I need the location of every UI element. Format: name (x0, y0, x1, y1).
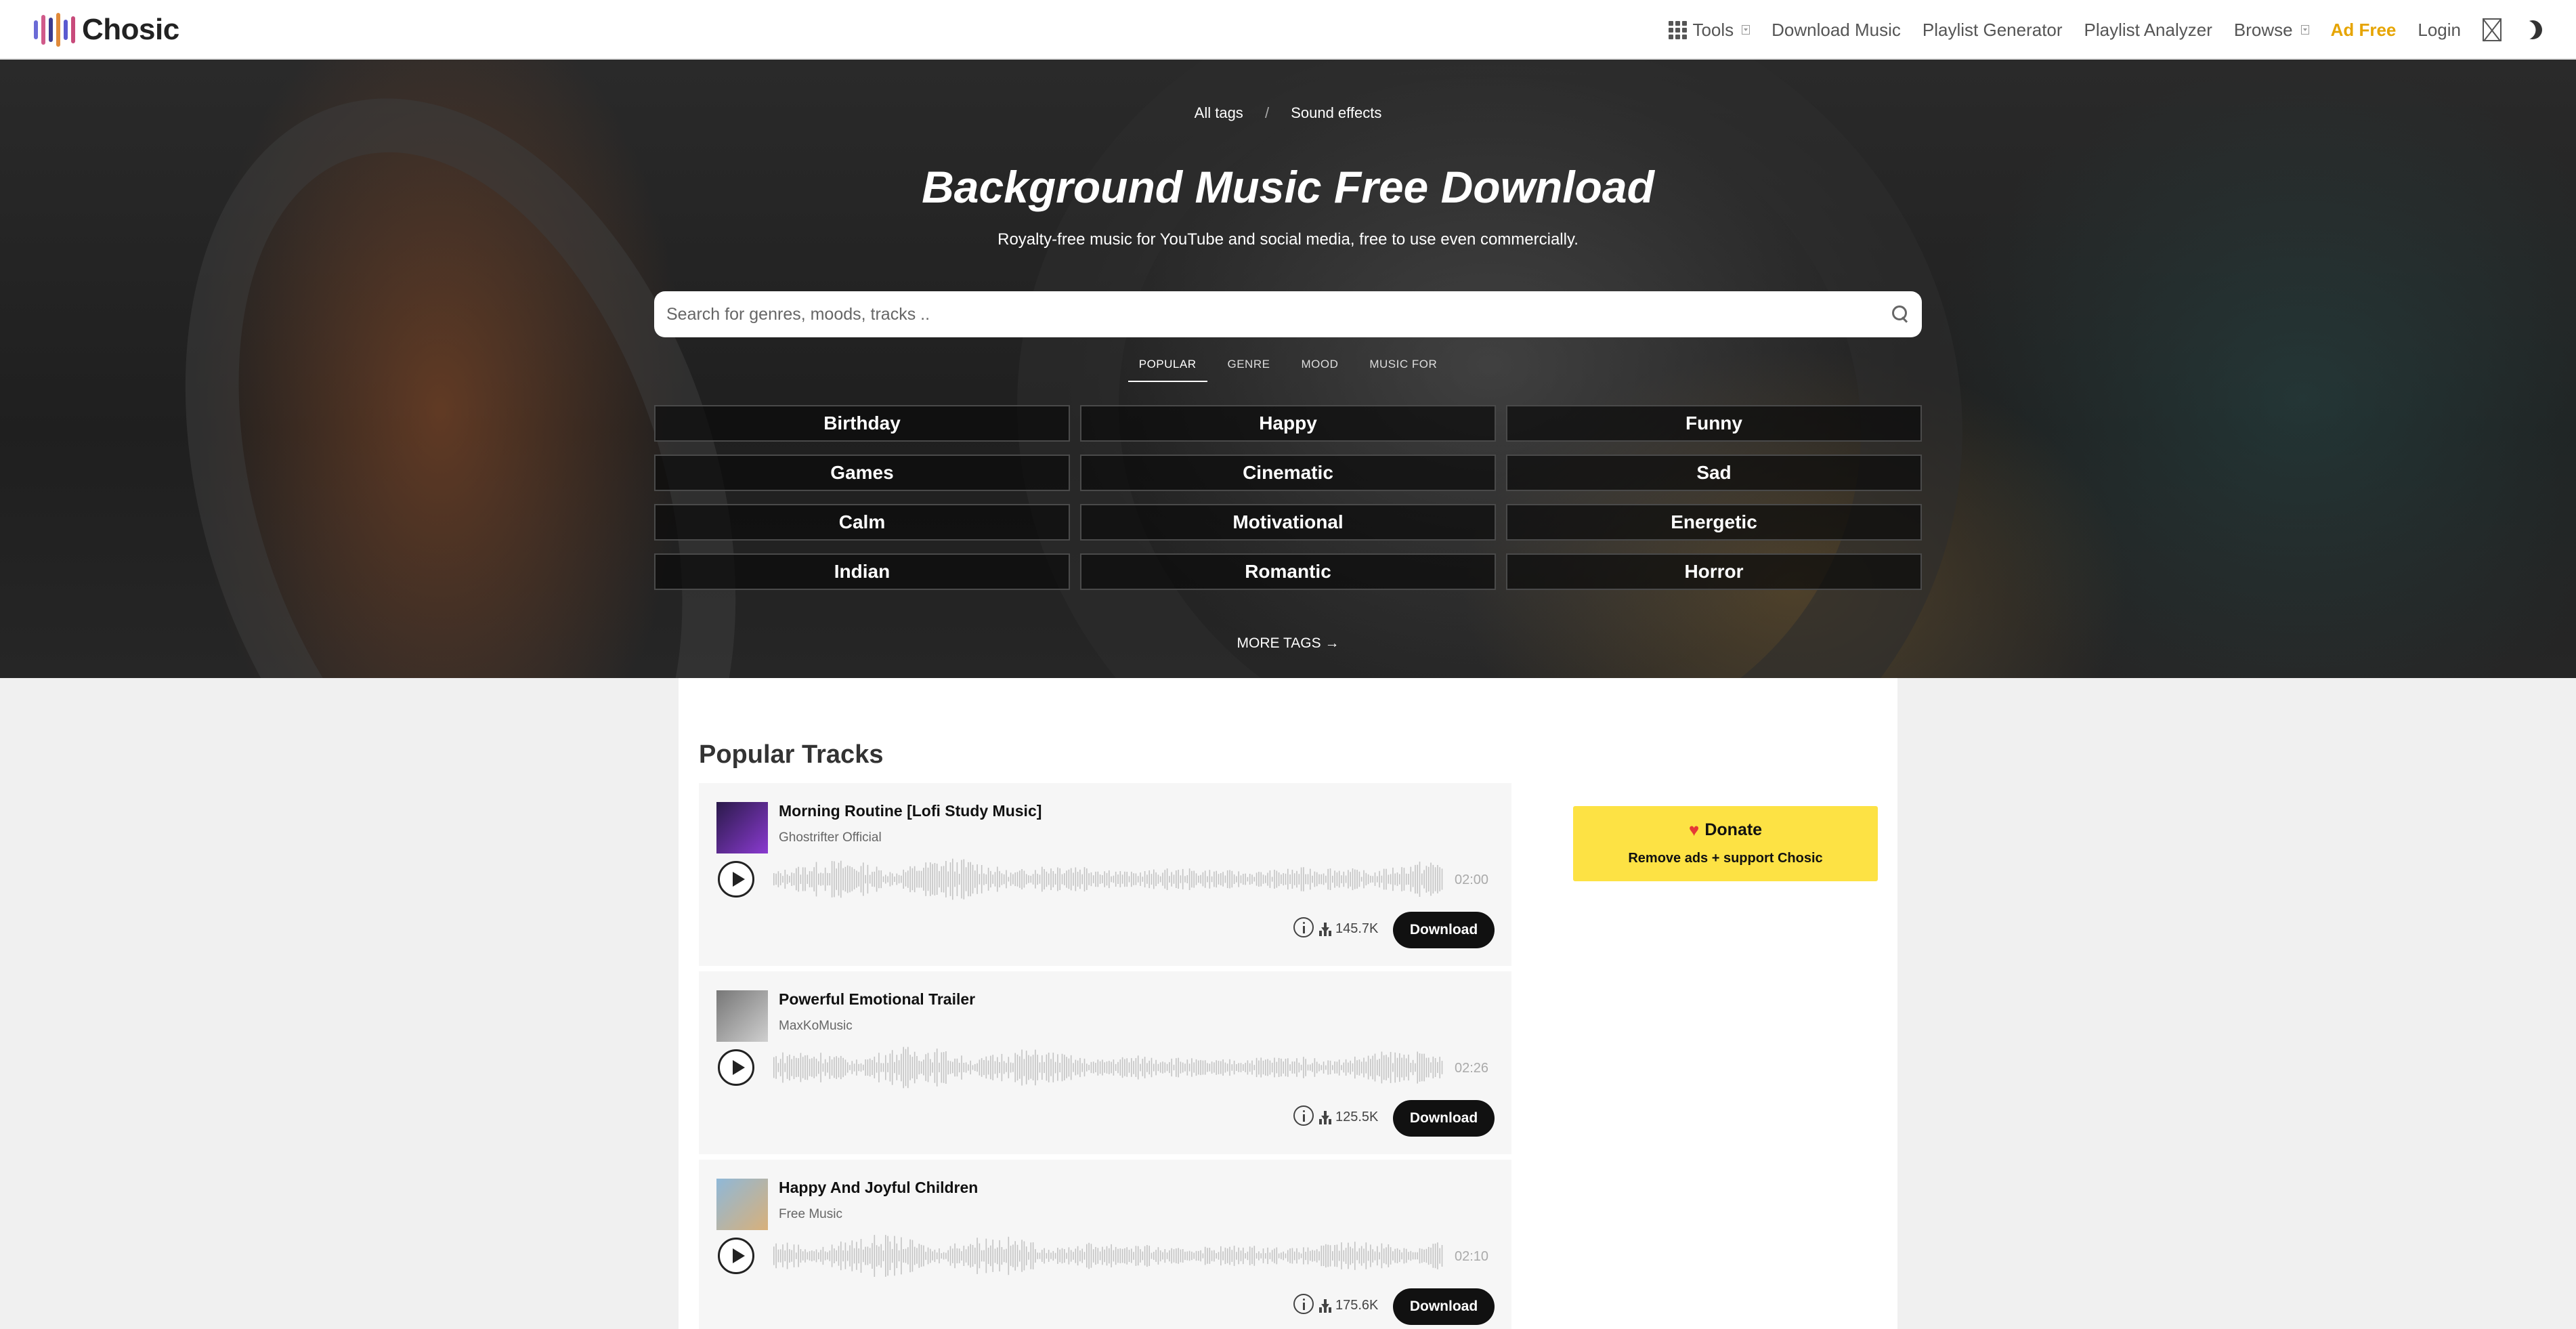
track-title[interactable]: Powerful Emotional Trailer (779, 990, 975, 1009)
tag-button[interactable]: Birthday (654, 405, 1070, 442)
download-count: 145.7K (1319, 921, 1378, 937)
waveform[interactable] (773, 1043, 1444, 1092)
main-nav: Tools Download Music Playlist Generator … (1669, 0, 2542, 60)
track-artist[interactable]: Ghostrifter Official (779, 830, 882, 845)
download-count: 175.6K (1319, 1298, 1378, 1313)
download-button[interactable]: Download (1393, 1288, 1495, 1325)
track-list: Morning Routine [Lofi Study Music] Ghost… (699, 783, 1511, 1329)
track-thumbnail[interactable] (716, 1179, 768, 1230)
tag-button[interactable]: Motivational (1080, 504, 1496, 541)
track-artist[interactable]: MaxKoMusic (779, 1019, 853, 1034)
tag-button[interactable]: Games (654, 455, 1070, 491)
dropdown-caret-icon (1742, 25, 1751, 35)
grid-icon (1669, 20, 1688, 39)
search-icon[interactable] (1892, 305, 1910, 323)
nav-ad-free[interactable]: Ad Free (2331, 20, 2397, 41)
download-button[interactable]: Download (1393, 1100, 1495, 1137)
breadcrumb-sound-effects[interactable]: Sound effects (1291, 104, 1381, 121)
tag-button[interactable]: Energetic (1506, 504, 1922, 541)
track-card: Happy And Joyful Children Free Music 02:… (699, 1160, 1511, 1329)
hero-section: All tags / Sound effects Background Musi… (0, 60, 2576, 678)
logo-text: Chosic (82, 13, 179, 46)
close-box-icon[interactable] (2483, 18, 2502, 41)
nav-playlist-analyzer[interactable]: Playlist Analyzer (2084, 20, 2212, 41)
tag-button[interactable]: Indian (654, 553, 1070, 590)
logo-bar (41, 15, 45, 45)
download-icon (1319, 922, 1331, 936)
download-count-value: 125.5K (1335, 1110, 1379, 1124)
track-card: Powerful Emotional Trailer MaxKoMusic 02… (699, 971, 1511, 1154)
logo-bar (49, 18, 53, 42)
breadcrumb: All tags / Sound effects (0, 104, 2576, 122)
tab-mood[interactable]: MOOD (1290, 351, 1349, 382)
tag-button[interactable]: Sad (1506, 455, 1922, 491)
heart-icon: ♥ (1688, 820, 1700, 840)
info-icon[interactable] (1293, 1105, 1314, 1126)
nav-browse[interactable]: Browse (2234, 20, 2309, 41)
breadcrumb-all-tags[interactable]: All tags (1195, 104, 1243, 121)
site-logo[interactable]: Chosic (34, 12, 179, 47)
nav-login[interactable]: Login (2418, 20, 2461, 41)
info-icon[interactable] (1293, 1294, 1314, 1314)
play-button[interactable] (718, 861, 754, 898)
track-card: Morning Routine [Lofi Study Music] Ghost… (699, 783, 1511, 966)
donate-label: Donate (1704, 820, 1763, 839)
nav-playlist-generator[interactable]: Playlist Generator (1923, 20, 2063, 41)
logo-bar (64, 20, 68, 40)
nav-browse-label: Browse (2233, 19, 2293, 40)
nav-tools[interactable]: Tools (1669, 19, 1751, 41)
tag-button[interactable]: Calm (654, 504, 1070, 541)
nav-download-music[interactable]: Download Music (1772, 20, 1901, 41)
track-thumbnail[interactable] (716, 990, 768, 1042)
tag-button[interactable]: Horror (1506, 553, 1922, 590)
download-icon (1319, 1299, 1331, 1313)
info-icon[interactable] (1293, 917, 1314, 937)
download-count-value: 145.7K (1335, 921, 1379, 936)
section-title: Popular Tracks (699, 740, 884, 769)
tag-tabs: POPULAR GENRE MOOD MUSIC FOR (0, 351, 2576, 382)
logo-bar (34, 20, 38, 39)
donate-sublabel: Remove ads + support Chosic (1628, 851, 1823, 866)
tag-button[interactable]: Romantic (1080, 553, 1496, 590)
page-title: Background Music Free Download (922, 162, 1654, 212)
logo-bar (71, 16, 75, 43)
tag-button[interactable]: Funny (1506, 405, 1922, 442)
waveform[interactable] (773, 1231, 1444, 1280)
logo-icon (34, 12, 75, 47)
track-thumbnail[interactable] (716, 802, 768, 853)
donate-button[interactable]: ♥ Donate Remove ads + support Chosic (1573, 806, 1878, 881)
page-subtitle: Royalty-free music for YouTube and socia… (997, 230, 1579, 249)
download-button[interactable]: Download (1393, 912, 1495, 948)
tab-popular[interactable]: POPULAR (1128, 351, 1207, 382)
track-duration: 02:10 (1455, 1249, 1489, 1264)
play-button[interactable] (718, 1049, 754, 1086)
breadcrumb-separator: / (1264, 104, 1270, 121)
tag-button[interactable]: Happy (1080, 405, 1496, 442)
track-duration: 02:00 (1455, 872, 1489, 887)
search-input[interactable] (666, 304, 1892, 324)
download-count: 125.5K (1319, 1110, 1378, 1125)
main-content: Popular Tracks Morning Routine [Lofi Stu… (679, 678, 1897, 1329)
track-title[interactable]: Morning Routine [Lofi Study Music] (779, 802, 1042, 820)
tag-button[interactable]: Cinematic (1080, 455, 1496, 491)
download-icon (1319, 1110, 1331, 1124)
dark-mode-toggle-icon[interactable] (2520, 18, 2545, 42)
play-button[interactable] (718, 1238, 754, 1274)
dropdown-caret-icon (2300, 25, 2309, 35)
track-duration: 02:26 (1455, 1061, 1489, 1076)
tag-grid: Birthday Happy Funny Games Cinematic Sad… (654, 405, 1922, 590)
track-title[interactable]: Happy And Joyful Children (779, 1179, 978, 1197)
download-count-value: 175.6K (1335, 1298, 1379, 1313)
nav-tools-label: Tools (1692, 19, 1734, 40)
logo-bar (56, 13, 60, 47)
tab-genre[interactable]: GENRE (1217, 351, 1281, 382)
tab-music-for[interactable]: MUSIC FOR (1358, 351, 1448, 382)
track-artist[interactable]: Free Music (779, 1207, 842, 1222)
donate-label-row: ♥ Donate (1573, 820, 1878, 841)
waveform[interactable] (773, 855, 1444, 904)
search-bar (654, 291, 1922, 337)
top-navbar: Chosic Tools Download Music Playlist Gen… (0, 0, 2576, 60)
more-tags-link[interactable]: MORE TAGS → (0, 635, 2576, 652)
